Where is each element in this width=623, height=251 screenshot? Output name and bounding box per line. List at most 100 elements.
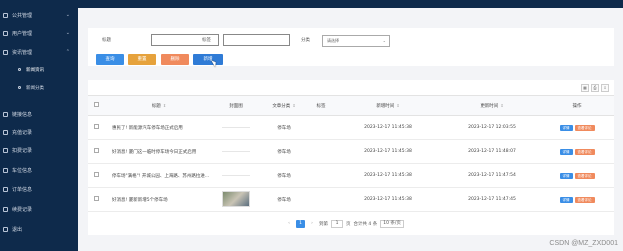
row-cover	[214, 187, 258, 212]
sidebar-item-orders[interactable]: 订单信息	[0, 183, 78, 195]
goto-page-input[interactable]: 1	[331, 220, 343, 228]
circle-icon	[18, 68, 21, 71]
table-row: 惠民了! 新能源汽车停车场正式启用 停车场 2023-12-17 11:45:3…	[88, 115, 614, 140]
sidebar-subitem-news-category[interactable]: 新闻分类	[0, 82, 78, 94]
print-icon[interactable]: ⎙	[591, 84, 599, 92]
col-header-actions: 操作	[540, 95, 614, 116]
pagination: ‹ 1 › 到第 1 页 合计共 4 条 10 条/页	[285, 219, 404, 229]
sidebar-item-public[interactable]: 公共管理 ⌄	[0, 9, 78, 21]
view-comments-button[interactable]: 查看评论	[574, 196, 595, 203]
page-number-current[interactable]: 1	[296, 220, 305, 228]
goto-label: 到第	[319, 222, 328, 227]
sidebar-item-news[interactable]: 资讯管理 ⌃	[0, 46, 78, 58]
delete-button[interactable]: 删除	[161, 54, 189, 65]
row-tag	[310, 163, 332, 188]
top-bar	[78, 0, 623, 8]
sidebar-subitem-label: 新闻分类	[26, 86, 44, 91]
chevron-down-icon: ⌄	[382, 38, 386, 43]
row-checkbox[interactable]	[88, 163, 104, 188]
col-header-title[interactable]: 标题 ⇕	[104, 95, 214, 116]
page-size-select[interactable]: 10 条/页	[380, 220, 404, 228]
row-cover	[214, 115, 258, 140]
row-category: 停车场	[258, 163, 310, 188]
row-title: 好消息! 厦门这一临时停车场今日正式启用	[104, 139, 214, 164]
sidebar-item-label: 车位信息	[12, 167, 33, 174]
order-icon	[3, 186, 8, 192]
row-created: 2023-12-17 11:45:38	[332, 139, 444, 164]
col-header-cover: 封面图	[214, 95, 258, 116]
table-header-row: 标题 ⇕ 封面图 文章分类 ⇕ 标签 新增时间 ⇕ 更新时间 ⇕ 操作	[88, 95, 614, 116]
table-toolbar: ▦ ⎙ ⇩	[581, 84, 609, 92]
row-tag	[310, 187, 332, 212]
row-updated: 2023-12-17 11:47:54	[444, 163, 540, 188]
sidebar-item-label: 续费记录	[12, 206, 33, 213]
next-page-button[interactable]: ›	[308, 220, 316, 228]
sidebar-item-label: 链接信息	[12, 111, 33, 118]
category-select[interactable]: 请选择 ⌄	[322, 35, 390, 47]
title-filter-label: 标题	[102, 38, 111, 43]
row-actions: 详情 查看评论	[540, 139, 614, 164]
detail-button[interactable]: 详情	[559, 148, 573, 155]
sidebar-item-parking[interactable]: 车位信息	[0, 164, 78, 176]
sidebar-item-users[interactable]: 用户管理 ⌄	[0, 27, 78, 39]
view-comments-button[interactable]: 查看评论	[574, 124, 595, 131]
export-icon[interactable]: ⇩	[601, 84, 609, 92]
sidebar-item-recharge[interactable]: 充值记录	[0, 126, 78, 138]
news-table: 标题 ⇕ 封面图 文章分类 ⇕ 标签 新增时间 ⇕ 更新时间 ⇕ 操作 惠民了! 新能源…	[88, 95, 614, 212]
row-tag	[310, 115, 332, 140]
sidebar-item-renewal[interactable]: 续费记录	[0, 203, 78, 215]
sidebar-subitem-label: 新闻资讯	[26, 68, 44, 73]
view-comments-button[interactable]: 查看评论	[574, 148, 595, 155]
row-cover	[214, 139, 258, 164]
reset-button[interactable]: 重置	[128, 54, 156, 65]
row-title: 好消息! 厦新新增5个停车场	[104, 187, 214, 212]
view-comments-button[interactable]: 查看评论	[574, 172, 595, 179]
detail-button[interactable]: 详情	[559, 196, 573, 203]
category-select-value: 请选择	[327, 38, 339, 43]
row-checkbox[interactable]	[88, 115, 104, 140]
col-header-created[interactable]: 新增时间 ⇕	[332, 95, 444, 116]
prev-page-button[interactable]: ‹	[285, 220, 293, 228]
row-updated: 2023-12-17 11:48:07	[444, 139, 540, 164]
link-icon	[3, 111, 8, 117]
sidebar-item-links[interactable]: 链接信息	[0, 108, 78, 120]
sidebar-item-deduction[interactable]: 扣费记录	[0, 144, 78, 156]
row-actions: 详情 查看评论	[540, 163, 614, 188]
news-table-panel: ▦ ⎙ ⇩ 标题 ⇕ 封面图 文章分类 ⇕ 标签 新增时间 ⇕ 更新时间 ⇕ 操作 惠民…	[88, 80, 614, 235]
sidebar-item-label: 扣费记录	[12, 147, 33, 154]
row-category: 停车场	[258, 115, 310, 140]
receipt-icon	[3, 147, 8, 153]
user-icon	[3, 30, 8, 36]
row-checkbox[interactable]	[88, 187, 104, 212]
table-row: 好消息! 厦门这一临时停车场今日正式启用 停车场 2023-12-17 11:4…	[88, 139, 614, 164]
sidebar-item-label: 退出	[12, 226, 23, 233]
chevron-down-icon: ⌄	[65, 12, 70, 18]
search-button[interactable]: 查询	[96, 54, 124, 65]
page-unit-label: 页	[346, 222, 351, 227]
news-icon	[3, 49, 8, 55]
table-row: 停车场"满格"! 开城公园、上海路、苏州路拉进... 停车场 2023-12-1…	[88, 163, 614, 188]
sidebar-item-label: 公共管理	[12, 12, 33, 19]
sidebar-item-logout[interactable]: 退出	[0, 223, 78, 235]
row-category: 停车场	[258, 187, 310, 212]
row-checkbox[interactable]	[88, 139, 104, 164]
columns-icon[interactable]: ▦	[581, 84, 589, 92]
row-actions: 详情 查看评论	[540, 187, 614, 212]
sidebar-item-label: 充值记录	[12, 129, 33, 136]
select-all-checkbox[interactable]	[88, 95, 104, 116]
row-created: 2023-12-17 11:45:38	[332, 163, 444, 188]
detail-button[interactable]: 详情	[559, 124, 573, 131]
parking-icon	[3, 167, 8, 173]
sidebar: 公共管理 ⌄ 用户管理 ⌄ 资讯管理 ⌃ 新闻资讯 新闻分类 链接信息 充值记录…	[0, 0, 78, 251]
add-button[interactable]: 新增	[193, 54, 223, 65]
tag-filter-input[interactable]	[223, 34, 290, 46]
sidebar-subitem-news-list[interactable]: 新闻资讯	[0, 64, 78, 76]
chevron-down-icon: ⌄	[65, 30, 70, 36]
col-header-category[interactable]: 文章分类 ⇕	[258, 95, 310, 116]
col-header-updated[interactable]: 更新时间 ⇕	[444, 95, 540, 116]
circle-icon	[18, 86, 21, 89]
category-filter-label: 分类	[301, 38, 310, 43]
detail-button[interactable]: 详情	[559, 172, 573, 179]
grid-icon	[3, 12, 8, 18]
filter-panel: 标题 标签 分类 请选择 ⌄ 查询 重置 删除 新增	[88, 28, 614, 66]
